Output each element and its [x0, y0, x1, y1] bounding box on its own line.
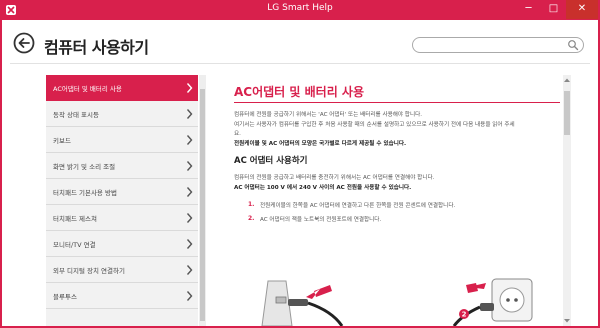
search-input[interactable] — [419, 39, 559, 51]
intro-text-3: 요. — [234, 131, 241, 137]
content-panel: AC어댑터 및 배터리 사용 컴퓨터에 전원을 공급하기 위해서는 'AC 어댑… — [222, 75, 560, 326]
sidebar-scroll-thumb[interactable] — [200, 89, 205, 321]
intro-note: 전원케이블 및 AC 어댑터의 모양은 국가별로 다르게 제공될 수 있습니다. — [234, 141, 407, 147]
step-badge: 2 — [462, 311, 467, 319]
chevron-right-icon — [186, 161, 193, 171]
sidebar-item-label: 모니터/TV 연결 — [53, 241, 96, 249]
search-icon[interactable] — [567, 39, 579, 51]
back-arrow-icon[interactable] — [13, 32, 35, 54]
content-title-divider — [234, 102, 560, 103]
sidebar-scrollbar[interactable] — [199, 75, 206, 326]
sidebar-item-status-led[interactable]: 동작 상태 표시등 — [46, 101, 198, 127]
window-title: LG Smart Help — [267, 3, 333, 13]
sidebar-item-label: 터치패드 기본사용 방법 — [53, 189, 117, 197]
search-box[interactable] — [412, 37, 584, 53]
sidebar-item-keyboard[interactable]: 키보드 — [46, 127, 198, 153]
sidebar-item-label: 키보드 — [53, 137, 71, 145]
page-title: 컴퓨터 사용하기 — [44, 38, 149, 57]
scroll-up-icon[interactable] — [563, 77, 571, 83]
sidebar-nav: AC어댑터 및 배터리 사용 동작 상태 표시등 키보드 화면 밝기 및 소리 … — [46, 75, 198, 326]
sidebar-item-label: 동작 상태 표시등 — [53, 111, 99, 119]
section-text-2: AC 어댑터는 100 V 에서 240 V 사이의 AC 전원을 사용할 수 … — [234, 185, 412, 191]
sidebar-item-bluetooth[interactable]: 블루투스 — [46, 283, 198, 309]
chevron-right-icon — [186, 135, 193, 145]
sidebar-item-external-device[interactable]: 외부 디지털 장치 연결하기 — [46, 257, 198, 283]
chevron-right-icon — [186, 109, 193, 119]
sidebar-item-label: AC어댑터 및 배터리 사용 — [53, 85, 122, 93]
app-client-area: 컴퓨터 사용하기 AC어댑터 및 배터리 사용 동작 상태 표시등 키보드 화면… — [2, 20, 598, 326]
step-text: 전원케이블의 한쪽을 AC 어댑터에 연결하고 다른 한쪽을 전원 콘센트에 연… — [260, 203, 456, 209]
content-scroll-thumb[interactable] — [564, 91, 570, 135]
header-divider — [10, 63, 590, 64]
sidebar-item-monitor-tv[interactable]: 모니터/TV 연결 — [46, 231, 198, 257]
chevron-right-icon — [186, 83, 193, 93]
sidebar-item-label: 외부 디지털 장치 연결하기 — [53, 267, 125, 275]
step-text: AC 어댑터의 잭을 노트북의 전원포트에 연결합니다. — [260, 217, 382, 223]
ac-adapter-illustration: 2 — [261, 278, 533, 326]
section-text-1: 컴퓨터의 전원을 공급하고 배터리를 충전하기 위해서는 AC 어댑터를 연결해… — [234, 175, 435, 181]
step-number: 1. — [248, 201, 255, 208]
sidebar-item-brightness-sound[interactable]: 화면 밝기 및 소리 조절 — [46, 153, 198, 179]
content-scrollbar[interactable] — [563, 75, 571, 326]
sidebar-item-label: 터치패드 제스쳐 — [53, 215, 97, 223]
chevron-right-icon — [186, 187, 193, 197]
chevron-right-icon — [186, 291, 193, 301]
maximize-button[interactable]: □ — [541, 0, 566, 19]
sidebar-item-label: 블루투스 — [53, 293, 77, 301]
intro-text-1: 컴퓨터에 전원을 공급하기 위해서는 'AC 어댑터' 또는 배터리를 사용해야… — [234, 112, 423, 118]
app-window: LG Smart Help ─ □ ✕ 컴퓨터 사용하기 AC어댑터 및 배터리… — [0, 0, 600, 328]
close-button[interactable]: ✕ — [566, 0, 598, 19]
chevron-right-icon — [186, 265, 193, 275]
sidebar-item-label: 화면 밝기 및 소리 조절 — [53, 163, 116, 171]
section-title: AC 어댑터 사용하기 — [234, 156, 308, 166]
minimize-button[interactable]: ─ — [516, 0, 541, 19]
sidebar-item-touchpad-basic[interactable]: 터치패드 기본사용 방법 — [46, 179, 198, 205]
intro-text-2: 여기서는 사용자가 컴퓨터를 구입한 후 처음 사용할 때의 순서를 설명하고 … — [234, 122, 515, 128]
chevron-right-icon — [186, 239, 193, 249]
step-number: 2. — [248, 215, 255, 222]
scroll-down-icon[interactable] — [563, 318, 571, 324]
content-title: AC어댑터 및 배터리 사용 — [234, 85, 364, 99]
sidebar-item-touchpad-gesture[interactable]: 터치패드 제스쳐 — [46, 205, 198, 231]
chevron-right-icon — [186, 213, 193, 223]
sidebar-item-ac-adapter[interactable]: AC어댑터 및 배터리 사용 — [46, 75, 198, 101]
title-bar[interactable]: LG Smart Help ─ □ ✕ — [0, 0, 600, 20]
